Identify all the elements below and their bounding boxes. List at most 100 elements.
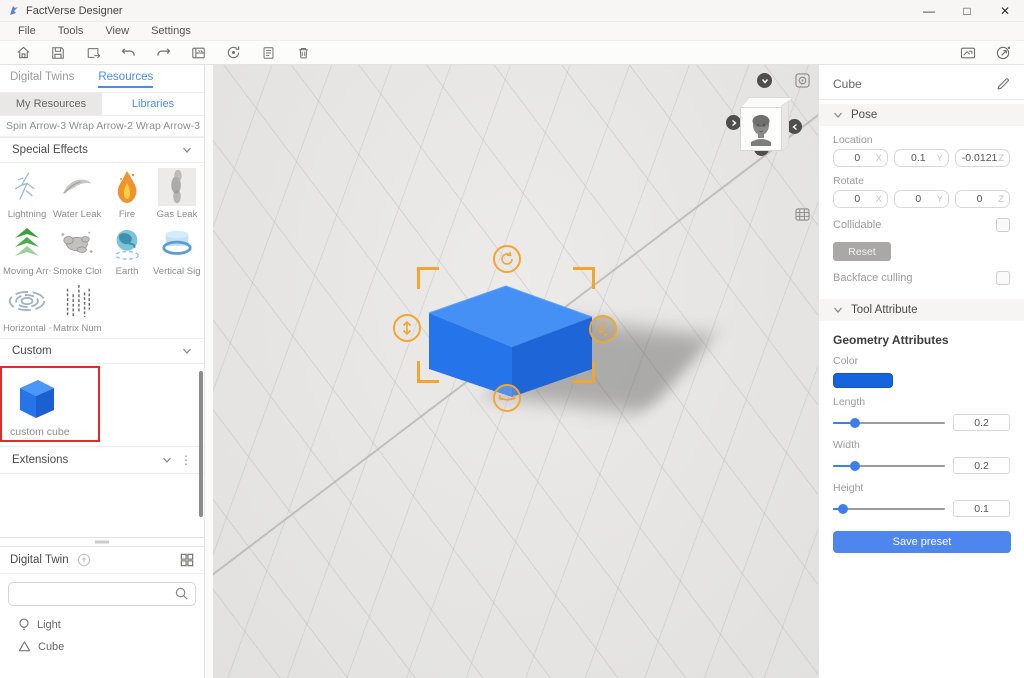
slider-knob[interactable] bbox=[850, 461, 860, 471]
rotate-inputs: 0 X 0 Y 0 Z bbox=[819, 190, 1024, 208]
save-as-button[interactable] bbox=[84, 44, 102, 62]
tool-attribute-section-header[interactable]: Tool Attribute bbox=[819, 299, 1024, 321]
location-y-input[interactable]: 0.1 Y bbox=[894, 149, 949, 167]
view-navigation-cube[interactable] bbox=[726, 73, 802, 213]
effect-item-fire[interactable]: Fire bbox=[102, 167, 152, 220]
water-leak-icon bbox=[57, 167, 97, 207]
components-icon[interactable] bbox=[180, 553, 194, 567]
horizontal-signal-icon bbox=[7, 281, 47, 321]
collidable-label: Collidable bbox=[833, 219, 996, 231]
prism-icon bbox=[18, 640, 31, 653]
move-vertical-handle[interactable] bbox=[393, 314, 421, 342]
section-custom[interactable]: Custom bbox=[0, 338, 204, 364]
preview-button[interactable] bbox=[994, 44, 1012, 62]
tab-resources[interactable]: Resources bbox=[98, 71, 153, 88]
redo-button[interactable] bbox=[154, 44, 172, 62]
effect-item-smoke-cloud[interactable]: Smoke Cloud bbox=[52, 224, 102, 277]
close-button[interactable]: ✕ bbox=[986, 0, 1024, 21]
selection-bracket bbox=[573, 267, 595, 289]
menu-file[interactable]: File bbox=[18, 25, 36, 37]
effect-item-water-leak[interactable]: Water Leak bbox=[52, 167, 102, 220]
pose-section-header[interactable]: Pose bbox=[819, 104, 1024, 126]
edit-name-icon[interactable] bbox=[996, 77, 1010, 91]
effect-item-earth[interactable]: Earth bbox=[102, 224, 152, 277]
save-button[interactable] bbox=[49, 44, 67, 62]
custom-items-area: custom cube bbox=[0, 364, 204, 446]
more-options-icon[interactable]: ⋮ bbox=[180, 453, 192, 467]
effect-item-gas-leak[interactable]: Gas Leak bbox=[152, 167, 202, 220]
app-logo-icon bbox=[8, 5, 20, 17]
home-button[interactable] bbox=[14, 44, 32, 62]
maximize-button[interactable]: □ bbox=[948, 0, 986, 21]
reset-button[interactable]: Reset bbox=[833, 242, 891, 261]
subtab-my-resources[interactable]: My Resources bbox=[0, 93, 102, 115]
panel-resize-handle[interactable]: ══ bbox=[0, 538, 204, 546]
scene-map-button[interactable] bbox=[189, 44, 207, 62]
effect-item-vertical-signal[interactable]: Vertical Sig⋯ bbox=[152, 224, 202, 277]
color-swatch[interactable] bbox=[833, 373, 893, 388]
color-label: Color bbox=[819, 347, 1024, 370]
grid-toggle-icon[interactable] bbox=[795, 207, 810, 222]
section-extensions[interactable]: Extensions ⋮ bbox=[0, 446, 204, 474]
scene-item-cube[interactable]: Cube bbox=[18, 640, 204, 653]
effect-item-moving-arrows[interactable]: Moving Arr⋯ bbox=[2, 224, 52, 277]
rotate-y-input[interactable]: 0 Y bbox=[894, 190, 949, 208]
save-preset-button[interactable]: Save preset bbox=[833, 531, 1011, 553]
height-label: Height bbox=[819, 474, 1024, 497]
scene-item-light[interactable]: Light bbox=[18, 618, 204, 632]
sidebar-scrollbar[interactable] bbox=[199, 371, 203, 517]
toolbar bbox=[0, 41, 1024, 65]
selection-bracket bbox=[573, 361, 595, 383]
search-input[interactable] bbox=[9, 583, 195, 605]
fire-icon bbox=[107, 167, 147, 207]
gyroscope-icon[interactable] bbox=[795, 73, 810, 88]
tab-digital-twins[interactable]: Digital Twins bbox=[10, 71, 74, 88]
menu-view[interactable]: View bbox=[105, 25, 129, 37]
backface-culling-checkbox[interactable] bbox=[996, 271, 1010, 285]
rotate-handle[interactable] bbox=[493, 245, 521, 273]
location-x-input[interactable]: 0 X bbox=[833, 149, 888, 167]
effect-item-matrix-number[interactable]: Matrix Num⋯ bbox=[52, 281, 102, 334]
length-value-input[interactable]: 0.2 bbox=[953, 414, 1010, 431]
rotate-x-input[interactable]: 0 X bbox=[833, 190, 888, 208]
height-slider[interactable] bbox=[833, 503, 945, 515]
slider-knob[interactable] bbox=[838, 504, 848, 514]
viewcube-body[interactable] bbox=[740, 97, 788, 153]
minimize-button[interactable]: — bbox=[910, 0, 948, 21]
viewcube-side-face[interactable] bbox=[781, 100, 789, 152]
subtab-libraries[interactable]: Libraries bbox=[102, 93, 204, 115]
document-button[interactable] bbox=[259, 44, 277, 62]
slider-knob[interactable] bbox=[850, 418, 860, 428]
width-value-input[interactable]: 0.2 bbox=[953, 457, 1010, 474]
length-label: Length bbox=[819, 388, 1024, 411]
search-icon[interactable] bbox=[175, 587, 188, 600]
menu-settings[interactable]: Settings bbox=[151, 25, 191, 37]
collidable-checkbox[interactable] bbox=[996, 218, 1010, 232]
viewcube-front-face[interactable] bbox=[740, 107, 782, 151]
viewport-3d[interactable] bbox=[205, 65, 818, 678]
height-value-input[interactable]: 0.1 bbox=[953, 500, 1010, 517]
rotate-z-input[interactable]: 0 Z bbox=[955, 190, 1010, 208]
titlebar: FactVerse Designer — □ ✕ bbox=[0, 0, 1024, 22]
orbit-left-button[interactable] bbox=[787, 119, 802, 134]
length-slider[interactable] bbox=[833, 417, 945, 429]
sync-button[interactable] bbox=[224, 44, 242, 62]
orbit-right-button[interactable] bbox=[726, 115, 741, 130]
recent-resources[interactable]: Spin Arrow-3 Wrap Arrow-2 Wrap Arrow-3 bbox=[0, 116, 204, 137]
custom-cube-item[interactable]: custom cube bbox=[2, 368, 98, 440]
location-z-input[interactable]: -0.0121 Z bbox=[955, 149, 1010, 167]
effect-item-lightning[interactable]: Lightning bbox=[2, 167, 52, 220]
menu-tools[interactable]: Tools bbox=[58, 25, 84, 37]
move-horizontal-handle[interactable] bbox=[493, 384, 521, 412]
scale-handle[interactable] bbox=[589, 315, 617, 343]
undo-button[interactable] bbox=[119, 44, 137, 62]
search-box bbox=[8, 582, 196, 606]
width-slider[interactable] bbox=[833, 460, 945, 472]
section-special-effects[interactable]: Special Effects bbox=[0, 137, 204, 163]
digital-twin-panel-header: Digital Twin bbox=[0, 546, 204, 574]
upload-cloud-icon[interactable] bbox=[77, 553, 91, 567]
orbit-down-button[interactable] bbox=[757, 73, 772, 88]
effect-item-horizontal-signal[interactable]: Horizontal ⋯ bbox=[2, 281, 52, 334]
snapshot-button[interactable] bbox=[959, 44, 977, 62]
delete-button[interactable] bbox=[294, 44, 312, 62]
